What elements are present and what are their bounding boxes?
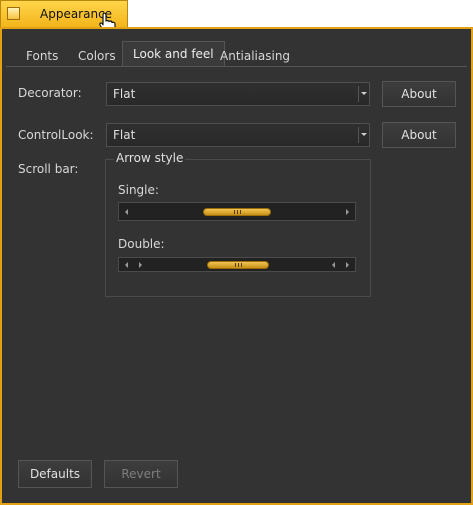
decorator-selected-value: Flat: [113, 87, 136, 101]
close-box-icon[interactable]: [7, 7, 20, 20]
chevron-down-icon: [361, 92, 367, 95]
control-look-label: ControlLook:: [18, 128, 94, 142]
scroll-bar-label: Scroll bar:: [18, 162, 79, 176]
dropdown-separator: [358, 127, 359, 143]
scroll-right-arrow-icon[interactable]: [346, 261, 349, 268]
tab-colors[interactable]: Colors: [68, 45, 126, 67]
scroll-left-arrow-icon[interactable]: [125, 261, 128, 268]
control-look-dropdown[interactable]: Flat: [106, 123, 370, 147]
control-look-about-button[interactable]: About: [382, 122, 456, 148]
grip-icon: [235, 262, 242, 267]
defaults-button[interactable]: Defaults: [18, 460, 92, 488]
arrow-style-group: Arrow style Single: Double:: [105, 151, 371, 297]
scroll-right-arrow-icon[interactable]: [346, 208, 349, 215]
scrollbar-thumb[interactable]: [207, 260, 269, 269]
scroll-left-arrow-icon[interactable]: [125, 208, 128, 215]
window-content: Fonts Colors Look and feel Antialiasing …: [2, 29, 471, 503]
scrollbar-thumb[interactable]: [203, 207, 271, 216]
decorator-about-button[interactable]: About: [382, 81, 456, 107]
look-and-feel-panel: Decorator: Flat About ControlLook: Flat …: [6, 66, 467, 489]
double-arrow-scrollbar[interactable]: [118, 257, 356, 272]
decorator-label: Decorator:: [18, 86, 82, 100]
double-arrow-label: Double:: [118, 237, 165, 251]
single-arrow-scrollbar[interactable]: [118, 202, 356, 221]
control-look-selected-value: Flat: [113, 128, 136, 142]
chevron-down-icon: [361, 133, 367, 136]
tab-fonts[interactable]: Fonts: [16, 45, 68, 67]
single-arrow-label: Single:: [118, 183, 159, 197]
window-title-tab[interactable]: Appearance: [0, 0, 128, 34]
appearance-window: Appearance Fonts Colors Look and feel An…: [0, 0, 473, 505]
decorator-dropdown[interactable]: Flat: [106, 82, 370, 106]
tab-antialiasing[interactable]: Antialiasing: [210, 45, 300, 67]
scroll-left-arrow-icon[interactable]: [332, 261, 335, 268]
grip-icon: [234, 209, 241, 214]
dropdown-separator: [358, 86, 359, 102]
scroll-right-arrow-icon[interactable]: [139, 261, 142, 268]
arrow-style-title: Arrow style: [114, 151, 186, 165]
revert-button[interactable]: Revert: [104, 460, 178, 488]
